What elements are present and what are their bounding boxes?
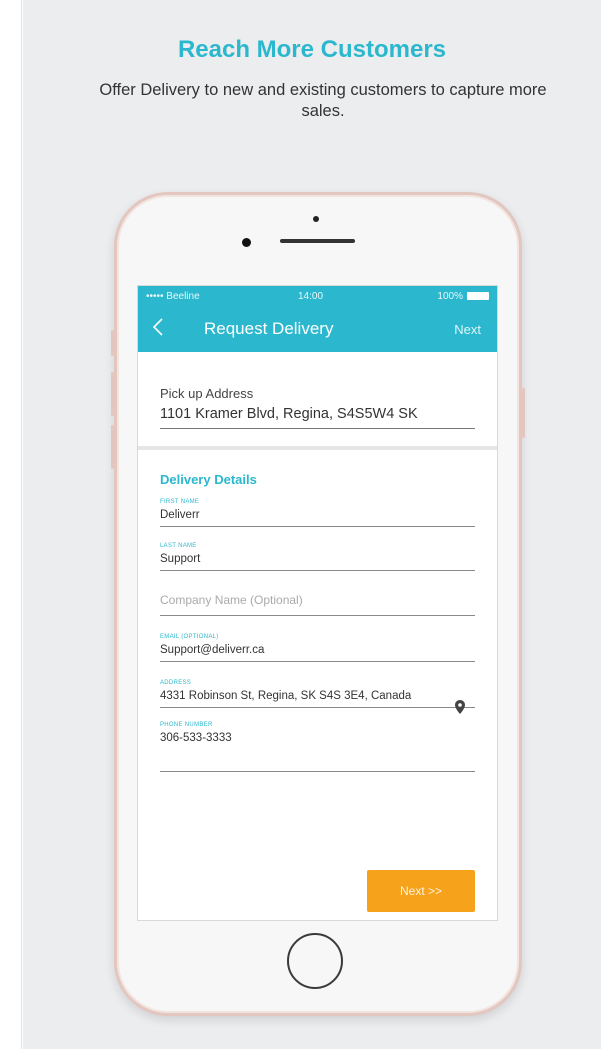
last-name-value: Support <box>160 553 201 565</box>
nav-bar: Request Delivery Next <box>138 306 497 352</box>
map-pin-icon[interactable] <box>455 700 465 714</box>
first-name-label: FIRST NAME <box>160 499 200 505</box>
left-border <box>0 0 22 1049</box>
page-title: Request Delivery <box>204 319 334 338</box>
pickup-label: Pick up Address <box>160 386 254 401</box>
delivery-details: Delivery Details FIRST NAME Deliverr LAS… <box>138 450 497 912</box>
email-label: EMAIL (OPTIONAL) <box>160 634 219 640</box>
last-name-label: LAST NAME <box>160 543 197 549</box>
front-camera <box>242 238 251 247</box>
earpiece-speaker <box>280 239 355 243</box>
pickup-address-field[interactable]: 1101 Kramer Blvd, Regina, S4S5W4 SK <box>160 406 475 429</box>
home-button[interactable] <box>287 933 343 989</box>
email-value: Support@deliverr.ca <box>160 644 265 656</box>
promo-title: Reach More Customers <box>177 36 447 63</box>
phone-number-label: PHONE NUMBER <box>160 722 213 728</box>
phone-number-field[interactable]: PHONE NUMBER 306-533-3333 <box>160 722 475 772</box>
phone-number-value: 306-533-3333 <box>160 732 232 744</box>
chevron-left-icon[interactable] <box>138 317 168 342</box>
company-name-placeholder: Company Name (Optional) <box>160 593 303 607</box>
company-name-field[interactable]: Company Name (Optional) <box>160 587 475 616</box>
phone-volume-down <box>111 425 114 469</box>
nav-next-button[interactable]: Next <box>454 322 481 337</box>
phone-power-button <box>522 388 525 438</box>
address-field[interactable]: ADDRESS 4331 Robinson St, Regina, SK S4S… <box>160 680 475 714</box>
email-field[interactable]: EMAIL (OPTIONAL) Support@deliverr.ca <box>160 634 475 662</box>
clock: 14:00 <box>298 290 324 302</box>
section-title: Delivery Details <box>160 472 257 487</box>
battery-percent: 100% <box>437 290 463 302</box>
first-name-value: Deliverr <box>160 509 200 521</box>
pickup-card: Pick up Address 1101 Kramer Blvd, Regina… <box>138 352 497 450</box>
phone-sensor <box>313 216 319 222</box>
next-button[interactable]: Next >> <box>367 870 475 912</box>
phone-volume-up <box>111 372 114 416</box>
battery-icon <box>467 292 489 300</box>
address-value: 4331 Robinson St, Regina, SK S4S 3E4, Ca… <box>160 690 412 702</box>
status-bar: ••••• Beeline 14:00 100% <box>138 286 497 306</box>
phone-screen: ••••• Beeline 14:00 100% Request Deliver… <box>137 285 498 921</box>
phone-side-button <box>111 330 114 356</box>
address-label: ADDRESS <box>160 680 192 686</box>
last-name-field[interactable]: LAST NAME Support <box>160 543 475 571</box>
promo-subtitle: Offer Delivery to new and existing custo… <box>99 81 547 120</box>
first-name-field[interactable]: FIRST NAME Deliverr <box>160 499 475 527</box>
carrier-label: ••••• Beeline <box>146 290 200 302</box>
